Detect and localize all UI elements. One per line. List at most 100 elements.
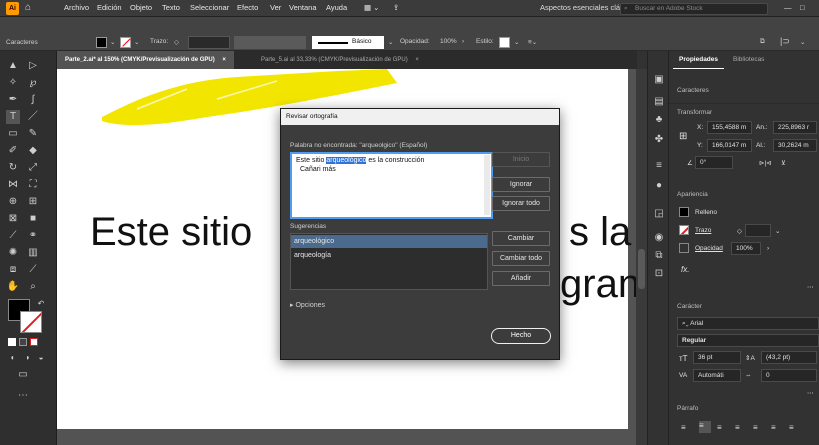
- none-mode-icon[interactable]: [30, 338, 38, 346]
- color-panel-icon[interactable]: ◉: [652, 231, 666, 245]
- scale-tool-icon[interactable]: ⤢: [26, 161, 40, 175]
- paintbrush-tool-icon[interactable]: ✎: [26, 127, 40, 141]
- free-transform-tool-icon[interactable]: ⛶: [26, 178, 40, 192]
- suggestion-item[interactable]: arqueológico: [291, 235, 487, 248]
- justify-all-icon[interactable]: ≡: [789, 423, 794, 432]
- stroke-label[interactable]: Trazo: [695, 227, 711, 234]
- stroke-weight-field[interactable]: [745, 224, 771, 237]
- justify-right-icon[interactable]: ≡: [771, 423, 776, 432]
- draw-inside-icon[interactable]: ◒: [34, 351, 48, 365]
- graphic-style-swatch[interactable]: [499, 37, 510, 48]
- suggestion-item[interactable]: arqueología: [291, 249, 487, 262]
- justify-left-icon[interactable]: ≡: [735, 423, 740, 432]
- close-icon[interactable]: ×: [222, 57, 226, 63]
- vertical-scrollbar[interactable]: [636, 69, 647, 445]
- close-icon[interactable]: ×: [415, 57, 419, 63]
- stroke-color-icon[interactable]: [20, 311, 42, 333]
- pen-tool-icon[interactable]: ✒: [6, 93, 20, 107]
- opacity-expand-icon[interactable]: ›: [767, 245, 769, 252]
- font-family-field[interactable]: ⌕⌄ Arial: [677, 317, 819, 330]
- symbol-sprayer-tool-icon[interactable]: ✺: [6, 246, 20, 260]
- width-field[interactable]: 225,8963 r: [773, 121, 817, 134]
- line-tool-icon[interactable]: ／: [26, 110, 40, 124]
- perspective-grid-tool-icon[interactable]: ⊞: [26, 195, 40, 209]
- menu-texto[interactable]: Texto: [162, 3, 180, 12]
- brushes-panel-icon[interactable]: ✤: [652, 133, 666, 147]
- minimize-icon[interactable]: —: [784, 3, 792, 12]
- tracking-field[interactable]: 0: [761, 369, 817, 382]
- layers-panel-icon[interactable]: ◲: [652, 207, 666, 221]
- text-scrollbar[interactable]: [484, 155, 490, 215]
- stroke-stepper-icon[interactable]: ◇: [737, 227, 742, 235]
- shape-builder-tool-icon[interactable]: ⊕: [6, 195, 20, 209]
- kerning-field[interactable]: Automáti: [693, 369, 741, 382]
- height-field[interactable]: 30,2624 m: [773, 139, 817, 152]
- stock-search-input[interactable]: ⌕ Buscar en Adobe Stock: [620, 3, 768, 15]
- effects-icon[interactable]: fx.: [681, 265, 689, 274]
- more-options-icon[interactable]: ⋯: [807, 283, 814, 291]
- tab-libraries[interactable]: Bibliotecas: [727, 51, 770, 69]
- context-text-field[interactable]: Este sitio arqueológico es la construcci…: [290, 152, 493, 219]
- zoom-tool-icon[interactable]: ⌕: [26, 280, 40, 294]
- font-size-field[interactable]: 36 pt: [693, 351, 741, 364]
- opacity-expand-icon[interactable]: ›: [462, 38, 464, 45]
- links-panel-icon[interactable]: ⊡: [652, 267, 666, 281]
- shaper-tool-icon[interactable]: ✐: [6, 144, 20, 158]
- scrollbar-thumb[interactable]: [638, 249, 645, 289]
- align-left-icon[interactable]: ≡: [681, 423, 691, 432]
- artboard-text-line1-right[interactable]: s la: [569, 210, 631, 255]
- opacity-field[interactable]: 100%: [731, 242, 761, 255]
- curvature-tool-icon[interactable]: ∫: [26, 93, 40, 107]
- slice-tool-icon[interactable]: ⟋: [26, 263, 40, 277]
- edit-toolbar-icon[interactable]: ⋯: [16, 389, 30, 403]
- blend-tool-icon[interactable]: ⚭: [26, 229, 40, 243]
- screen-mode-icon[interactable]: ▭: [16, 368, 30, 382]
- menu-seleccionar[interactable]: Seleccionar: [190, 3, 229, 12]
- mesh-tool-icon[interactable]: ⊠: [6, 212, 20, 226]
- gradient-tool-icon[interactable]: ■: [26, 212, 40, 226]
- justify-center-icon[interactable]: ≡: [753, 423, 758, 432]
- width-tool-icon[interactable]: ⋈: [6, 178, 20, 192]
- hand-tool-icon[interactable]: ✋: [6, 280, 20, 294]
- align-right-icon[interactable]: ≡: [717, 423, 722, 432]
- menu-ayuda[interactable]: Ayuda: [326, 3, 347, 12]
- reference-point-icon[interactable]: ⊞: [679, 131, 687, 142]
- control-menu-icon[interactable]: ⌄: [800, 38, 805, 46]
- menu-ventana[interactable]: Ventana: [289, 3, 317, 12]
- brush-dropdown-icon[interactable]: ⌄: [388, 38, 393, 46]
- x-field[interactable]: 155,4588 m: [707, 121, 752, 134]
- rotate-tool-icon[interactable]: ↻: [6, 161, 20, 175]
- start-button[interactable]: Inicio: [492, 152, 550, 167]
- options-toggle[interactable]: ▸ Opciones: [290, 301, 325, 309]
- arrange-documents-icon[interactable]: ▦ ⌄: [364, 3, 379, 12]
- align-icon[interactable]: |⊃: [780, 36, 790, 47]
- share-icon[interactable]: ⇪: [393, 3, 399, 12]
- ignore-button[interactable]: Ignorar: [492, 177, 550, 192]
- flip-horizontal-icon[interactable]: ⊳|⊲: [759, 159, 772, 167]
- leading-field[interactable]: (43,2 pt): [761, 351, 817, 364]
- add-button[interactable]: Añadir: [492, 271, 550, 286]
- artboard-tool-icon[interactable]: ⧈: [6, 263, 20, 277]
- opacity-label[interactable]: Opacidad: [695, 245, 723, 252]
- artboard-text-line1-left[interactable]: Este sitio: [90, 210, 252, 255]
- change-all-button[interactable]: Cambiar todo: [492, 251, 550, 266]
- stroke-swatch[interactable]: [679, 225, 689, 235]
- stroke-weight-stepper[interactable]: ◇: [174, 38, 179, 46]
- stroke-swatch[interactable]: [120, 37, 131, 48]
- tab-parte-2[interactable]: Parte_2.ai* al 150% (CMYK/Previsualizaci…: [57, 51, 234, 69]
- font-style-field[interactable]: Regular: [677, 334, 819, 347]
- eyedropper-tool-icon[interactable]: ⟋: [6, 229, 20, 243]
- properties-panel-icon[interactable]: ▣: [652, 73, 666, 87]
- angle-field[interactable]: 0°: [695, 156, 733, 169]
- ignore-all-button[interactable]: Ignorar todo: [492, 196, 550, 211]
- color-mode-icon[interactable]: [8, 338, 16, 346]
- column-graph-tool-icon[interactable]: ▥: [26, 246, 40, 260]
- fill-swatch[interactable]: [679, 207, 689, 217]
- stroke-weight-field[interactable]: [188, 36, 230, 49]
- flip-vertical-icon[interactable]: ⊻: [781, 159, 786, 167]
- align-center-icon[interactable]: ≡: [699, 421, 711, 433]
- appearance-panel-icon[interactable]: ●: [652, 179, 666, 193]
- home-icon[interactable]: ⌂: [25, 2, 37, 14]
- direct-selection-tool-icon[interactable]: ▷: [26, 59, 40, 73]
- brush-definition-field[interactable]: Básico: [312, 36, 384, 49]
